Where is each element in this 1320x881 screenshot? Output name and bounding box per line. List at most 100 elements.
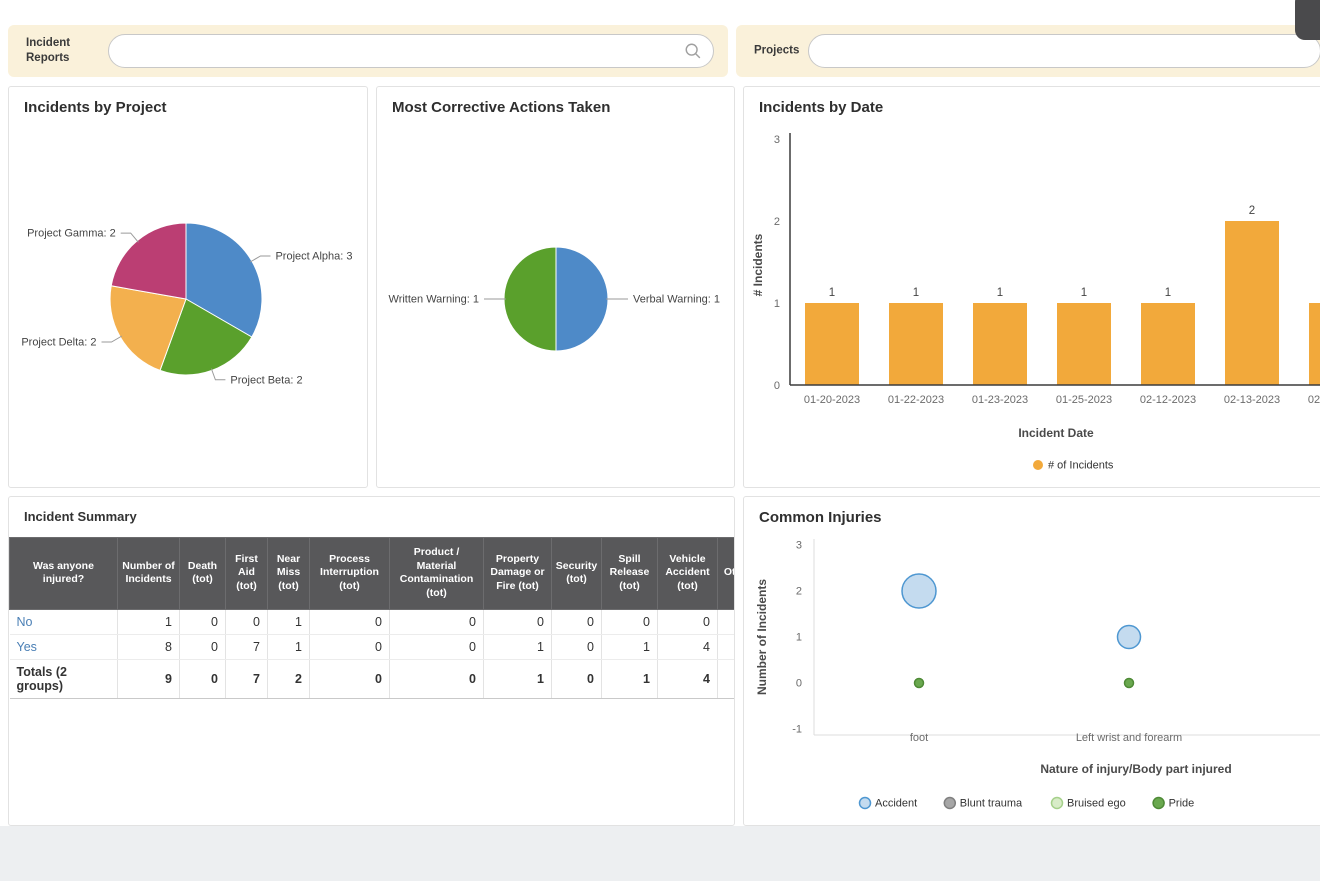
cell: 1 (268, 634, 310, 659)
common-injuries-title: Common Injuries (744, 497, 1320, 526)
cell: 0 (390, 634, 484, 659)
row-label-link[interactable]: No (17, 615, 33, 629)
bar (1309, 303, 1320, 385)
projects-filter-label: Projects (754, 44, 814, 59)
column-header: Death (tot) (180, 538, 226, 610)
incident-reports-search (108, 34, 714, 68)
y-tick-label: 1 (774, 298, 780, 310)
pie-slice-label: Written Warning: 1 (389, 294, 479, 306)
legend-label: Bruised ego (1067, 798, 1126, 810)
row-label-link[interactable]: Yes (17, 640, 37, 654)
cell: 0 (658, 609, 718, 634)
corner-widget[interactable] (1295, 0, 1320, 40)
legend-swatch (1052, 798, 1063, 809)
column-header: Vehicle Accident (tot) (658, 538, 718, 610)
column-header: Was anyone injured? (10, 538, 118, 610)
incident-reports-filter-bar: Incident Reports (8, 25, 728, 77)
bubble (1125, 679, 1134, 688)
cell: 0 (310, 609, 390, 634)
cell: 0 (180, 659, 226, 698)
incidents-by-date-title: Incidents by Date (744, 87, 1320, 116)
pie-slice-label: Project Gamma: 2 (27, 228, 116, 240)
cell: 4 (658, 634, 718, 659)
projects-filter-bar: Projects (736, 25, 1320, 77)
corrective-actions-pie-chart: Verbal Warning: 1Written Warning: 1 (377, 115, 735, 487)
incident-summary-panel: Incident Summary Was anyone injured?Numb… (8, 496, 735, 826)
row-label-cell: Totals (2 groups) (10, 659, 118, 698)
cell: 0 (552, 634, 602, 659)
column-header: Near Miss (tot) (268, 538, 310, 610)
cell: 9 (118, 659, 180, 698)
table-header-row: Was anyone injured?Number of IncidentsDe… (10, 538, 735, 610)
bar (805, 303, 859, 385)
bar-value-label: 1 (913, 287, 919, 299)
cell: 2 (268, 659, 310, 698)
bar (1141, 303, 1195, 385)
column-header: Number of Incidents (118, 538, 180, 610)
pie-slice-label: Project Alpha: 3 (275, 251, 352, 263)
search-icon (684, 42, 702, 60)
cell: 1 (484, 634, 552, 659)
pie-slice-label: Project Beta: 2 (230, 374, 302, 386)
legend-swatch (1153, 798, 1164, 809)
incident-reports-search-input[interactable] (108, 34, 714, 68)
legend-label: Blunt trauma (960, 798, 1023, 810)
column-header: Other (tot) (718, 538, 735, 610)
incidents-by-date-bar-chart: 0123101-20-2023101-22-2023101-23-2023101… (744, 115, 1320, 487)
incidents-by-date-panel: Incidents by Date 0123101-20-2023101-22-… (743, 86, 1320, 488)
bar-value-label: 1 (997, 287, 1003, 299)
y-tick-label: 2 (774, 216, 780, 228)
corrective-actions-panel: Most Corrective Actions Taken Verbal War… (376, 86, 735, 488)
pie-slice (556, 247, 608, 351)
cell: 7 (226, 634, 268, 659)
row-label-cell: Yes (10, 634, 118, 659)
x-category-label: 01-23-2023 (972, 394, 1028, 406)
cell (718, 634, 735, 659)
bar (1057, 303, 1111, 385)
y-tick-label: -1 (792, 724, 802, 736)
legend-swatch (944, 798, 955, 809)
column-header: Spill Release (tot) (602, 538, 658, 610)
x-category-label: 02-13-2023 (1224, 394, 1280, 406)
corrective-actions-title: Most Corrective Actions Taken (377, 87, 734, 116)
pie-slice (504, 247, 556, 351)
table-row: Totals (2 groups)9072001014 (10, 659, 735, 698)
y-tick-label: 2 (796, 586, 802, 598)
page-bottom-background (0, 826, 1320, 881)
projects-search-input[interactable] (808, 34, 1320, 68)
projects-search (808, 34, 1320, 68)
cell: 0 (310, 659, 390, 698)
cell: 0 (390, 609, 484, 634)
y-tick-label: 3 (796, 540, 802, 552)
bar (973, 303, 1027, 385)
cell: 0 (484, 609, 552, 634)
column-header: Property Damage or Fire (tot) (484, 538, 552, 610)
x-category-label: 01-22-2023 (888, 394, 944, 406)
cell: 0 (552, 659, 602, 698)
x-axis-title: Incident Date (1018, 426, 1094, 440)
bar-value-label: 1 (829, 287, 835, 299)
legend-label: # of Incidents (1048, 460, 1114, 472)
x-category-label: 02-12-2023 (1140, 394, 1196, 406)
cell: 0 (552, 609, 602, 634)
pie-leader-line (250, 256, 270, 262)
pie-slice-label: Project Delta: 2 (21, 337, 96, 349)
y-tick-label: 0 (774, 380, 780, 392)
incidents-by-project-title: Incidents by Project (9, 87, 367, 116)
cell: 1 (118, 609, 180, 634)
pie-leader-line (102, 336, 122, 342)
bubble (1118, 626, 1141, 649)
cell (718, 609, 735, 634)
cell: 4 (658, 659, 718, 698)
bubble (915, 679, 924, 688)
incidents-by-project-panel: Incidents by Project Project Alpha: 3 Pro… (8, 86, 368, 488)
table-row: No1001000000 (10, 609, 735, 634)
y-axis-title: # Incidents (751, 233, 765, 296)
y-axis-title: Number of Incidents (755, 579, 769, 695)
cell (718, 659, 735, 698)
table-row: Yes8071001014 (10, 634, 735, 659)
y-tick-label: 3 (774, 134, 780, 146)
column-header: Security (tot) (552, 538, 602, 610)
legend-swatch (860, 798, 871, 809)
cell: 0 (180, 634, 226, 659)
